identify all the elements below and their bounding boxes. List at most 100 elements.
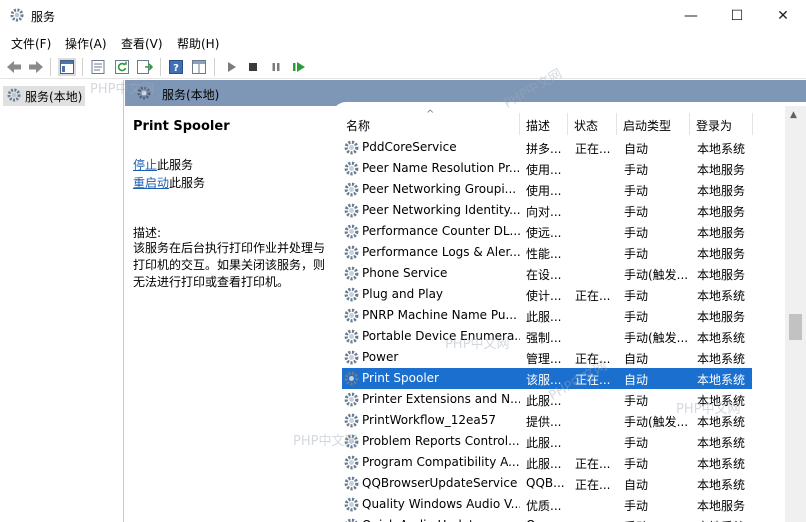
properties-icon[interactable]: [89, 58, 107, 76]
service-gear-icon: [343, 328, 360, 345]
service-status-cell: 正在...: [575, 457, 611, 471]
service-gear-icon: [343, 454, 360, 471]
service-status-cell: 正在...: [575, 142, 611, 156]
column-header-log-on-as[interactable]: 登录为: [696, 117, 732, 137]
description-label: 描述:: [133, 226, 162, 240]
scroll-up-arrow-icon[interactable]: ▲: [790, 110, 797, 120]
services-list: ^ 名称 描述 状态 启动类型 登录为 PddCoreService 拼多... 正…: [332, 102, 806, 522]
service-description-cell: 使计...: [526, 289, 562, 303]
column-header-name[interactable]: 名称: [346, 117, 370, 137]
service-startup-type-cell: 手动: [624, 457, 649, 471]
service-row[interactable]: Peer Networking Identity... 向对... 手动 本地服务: [342, 200, 752, 221]
service-name-cell: Plug and Play: [362, 287, 444, 301]
service-startup-type-cell: 手动(触发...: [624, 415, 689, 429]
services-gear-icon: [9, 7, 25, 23]
service-row[interactable]: Performance Counter DL... 使远... 手动 本地服务: [342, 221, 752, 242]
service-gear-icon: [343, 517, 360, 522]
service-row[interactable]: Quality Windows Audio V... 优质... 手动 本地服务: [342, 494, 752, 515]
service-row[interactable]: Peer Networking Groupi... 使用... 手动 本地服务: [342, 179, 752, 200]
back-arrow-icon[interactable]: [5, 58, 23, 76]
service-row[interactable]: PrintWorkflow_12ea57 提供... 手动(触发... 本地系统: [342, 410, 752, 431]
service-gear-icon: [343, 139, 360, 156]
service-row[interactable]: QQBrowserUpdateService QQB... 正在... 自动 本地系统: [342, 473, 752, 494]
scrollbar-thumb[interactable]: [789, 314, 802, 340]
stop-service-icon[interactable]: [244, 58, 262, 76]
service-log-on-as-cell: 本地服务: [697, 226, 746, 240]
service-row[interactable]: Power 管理... 正在... 自动 本地系统: [342, 347, 752, 368]
service-gear-icon: [343, 223, 360, 240]
service-row[interactable]: Portable Device Enumera... 强制... 手动(触发... 本…: [342, 326, 752, 347]
service-name-cell: Performance Counter DL...: [362, 224, 520, 238]
selected-service-name: Print Spooler: [133, 119, 230, 134]
service-row[interactable]: Phone Service 在设... 手动(触发... 本地服务: [342, 263, 752, 284]
restart-service-icon[interactable]: [290, 58, 308, 76]
service-row[interactable]: Print Spooler 该服... 正在... 自动 本地系统: [342, 368, 752, 389]
service-row[interactable]: PddCoreService 拼多... 正在... 自动 本地系统: [342, 137, 752, 158]
service-row[interactable]: Performance Logs & Aler... 性能... 手动 本地服务: [342, 242, 752, 263]
service-row[interactable]: Quick Audio Update... Q... 手动 本地系统: [342, 515, 752, 522]
service-startup-type-cell: 手动: [624, 226, 649, 240]
menu-action[interactable]: 操作(A): [65, 35, 107, 52]
service-log-on-as-cell: 本地服务: [697, 499, 746, 513]
tree-node-label: 服务(本地): [25, 89, 83, 104]
service-name-cell: Printer Extensions and N...: [362, 392, 520, 406]
export-list-icon[interactable]: [136, 58, 154, 76]
start-service-icon[interactable]: [222, 58, 240, 76]
service-log-on-as-cell: 本地服务: [697, 163, 746, 177]
service-startup-type-cell: 自动: [624, 352, 649, 366]
menu-bar: 文件(F) 操作(A) 查看(V) 帮助(H): [0, 31, 806, 55]
service-log-on-as-cell: 本地系统: [697, 457, 746, 471]
close-button[interactable]: ✕: [760, 0, 806, 31]
vertical-scrollbar[interactable]: ▲: [785, 106, 806, 522]
service-name-cell: Peer Name Resolution Pr...: [362, 161, 520, 175]
service-description-cell: 此服...: [526, 394, 562, 408]
column-header-description[interactable]: 描述: [526, 117, 550, 137]
service-startup-type-cell: 手动: [624, 163, 649, 177]
service-description-cell: 提供...: [526, 415, 562, 429]
service-row[interactable]: PNRP Machine Name Pu... 此服... 手动 本地服务: [342, 305, 752, 326]
service-startup-type-cell: 手动: [624, 247, 649, 261]
restart-service-suffix: 此服务: [169, 176, 206, 190]
pane-header-title: 服务(本地): [162, 88, 220, 102]
service-startup-type-cell: 手动: [624, 289, 649, 303]
service-log-on-as-cell: 本地系统: [697, 289, 746, 303]
tree-node-services-local[interactable]: 服务(本地): [3, 86, 86, 106]
restart-service-line: 重启动此服务: [133, 174, 205, 191]
stop-service-link[interactable]: 停止: [133, 158, 157, 172]
service-details-pane: Print Spooler 停止此服务 重启动此服务 描述: 该服务在后台执行打…: [125, 106, 332, 522]
service-log-on-as-cell: 本地服务: [697, 268, 746, 282]
refresh-icon[interactable]: [113, 58, 131, 76]
service-row[interactable]: Peer Name Resolution Pr... 使用... 手动 本地服务: [342, 158, 752, 179]
column-header-status[interactable]: 状态: [574, 117, 598, 137]
service-row[interactable]: Printer Extensions and N... 此服... 手动 本地系统: [342, 389, 752, 410]
service-name-cell: PddCoreService: [362, 140, 457, 154]
menu-view[interactable]: 查看(V): [121, 35, 163, 52]
svg-text:?: ?: [173, 63, 179, 74]
service-status-cell: 正在...: [575, 289, 611, 303]
maximize-button[interactable]: ☐: [714, 0, 760, 31]
minimize-button[interactable]: —: [668, 0, 714, 31]
service-name-cell: PrintWorkflow_12ea57: [362, 413, 496, 427]
restart-service-link[interactable]: 重启动: [133, 176, 169, 190]
service-description-cell: 在设...: [526, 268, 562, 282]
service-gear-icon: [343, 286, 360, 303]
service-description-cell: 使远...: [526, 226, 562, 240]
service-name-cell: Peer Networking Groupi...: [362, 182, 517, 196]
service-row[interactable]: Problem Reports Control... 此服... 手动 本地系统: [342, 431, 752, 452]
show-hide-action-pane-icon[interactable]: [190, 58, 208, 76]
forward-arrow-icon[interactable]: [27, 58, 45, 76]
service-row[interactable]: Plug and Play 使计... 正在... 手动 本地系统: [342, 284, 752, 305]
help-icon[interactable]: ?: [167, 58, 185, 76]
service-log-on-as-cell: 本地系统: [697, 436, 746, 450]
pause-service-icon[interactable]: [267, 58, 285, 76]
service-row[interactable]: Program Compatibility A... 此服... 正在... 手动 本地…: [342, 452, 752, 473]
menu-help[interactable]: 帮助(H): [177, 35, 219, 52]
column-header-startup-type[interactable]: 启动类型: [623, 117, 671, 137]
service-description-cell: 优质...: [526, 499, 562, 513]
service-gear-icon: [343, 307, 360, 324]
console-tree-icon[interactable]: [58, 58, 76, 76]
service-description-cell: 此服...: [526, 310, 562, 324]
service-startup-type-cell: 手动: [624, 499, 649, 513]
menu-file[interactable]: 文件(F): [11, 35, 51, 52]
service-name-cell: PNRP Machine Name Pu...: [362, 308, 517, 322]
